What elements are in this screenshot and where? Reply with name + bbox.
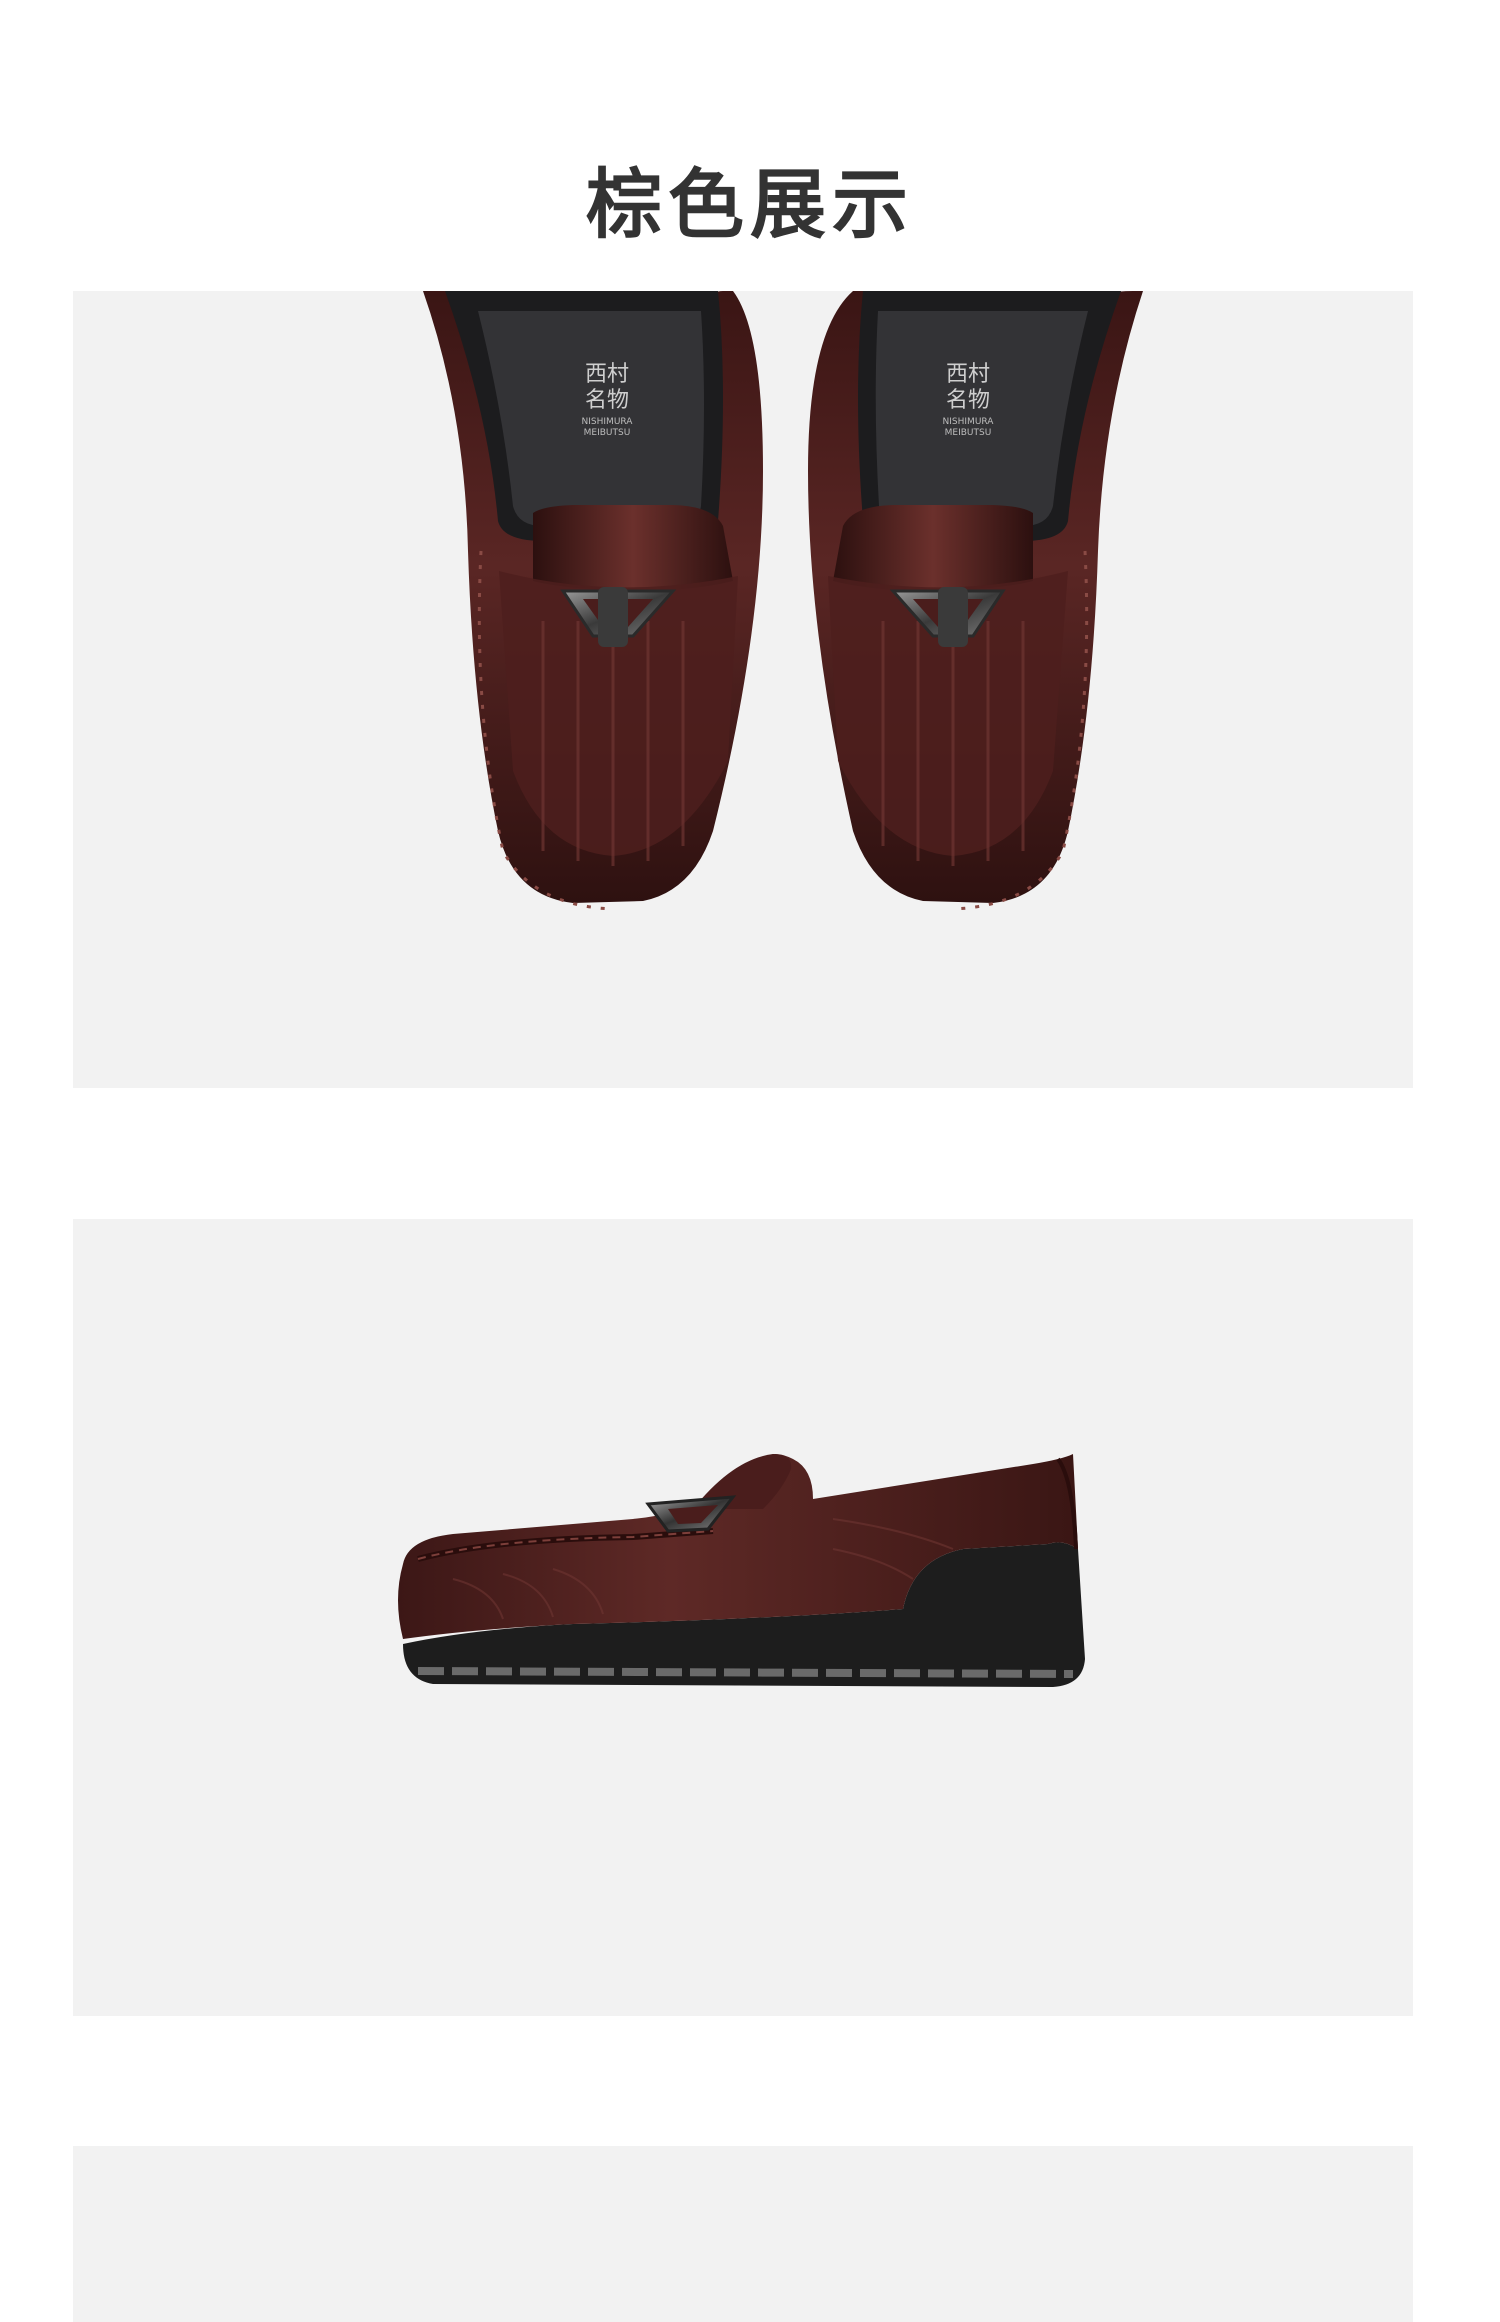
insole-logo-en-left-1: NISHIMURA xyxy=(582,417,634,427)
insole-logo-cn-right-1: 西村 xyxy=(946,362,990,387)
insole-logo-en-left-2: MEIBUTSU xyxy=(584,428,631,438)
insole-logo-en-right-2: MEIBUTSU xyxy=(945,428,992,438)
product-image-top-view[interactable]: 西村 名物 NISHIMURA MEIBUTSU 西村 名物 NISHIMURA… xyxy=(73,291,1413,1088)
section-title: 棕色展示 xyxy=(586,159,914,249)
top-view-loafers-illustration: 西村 名物 NISHIMURA MEIBUTSU 西村 名物 NISHIMURA… xyxy=(423,291,1143,911)
insole-logo-cn-right-2: 名物 xyxy=(946,388,990,413)
side-shoe xyxy=(398,1454,1085,1687)
side-view-loafer-illustration xyxy=(398,1454,1085,1687)
left-shoe: 西村 名物 NISHIMURA MEIBUTSU xyxy=(423,291,763,911)
product-image-side-view[interactable] xyxy=(73,1219,1413,2016)
product-image-next[interactable] xyxy=(73,2146,1413,2322)
insole-logo-en-right-1: NISHIMURA xyxy=(943,417,995,427)
right-shoe: 西村 名物 NISHIMURA MEIBUTSU xyxy=(808,291,1143,911)
insole-logo-cn-left-1: 西村 xyxy=(585,362,629,387)
insole-logo-cn-left-2: 名物 xyxy=(585,388,629,413)
